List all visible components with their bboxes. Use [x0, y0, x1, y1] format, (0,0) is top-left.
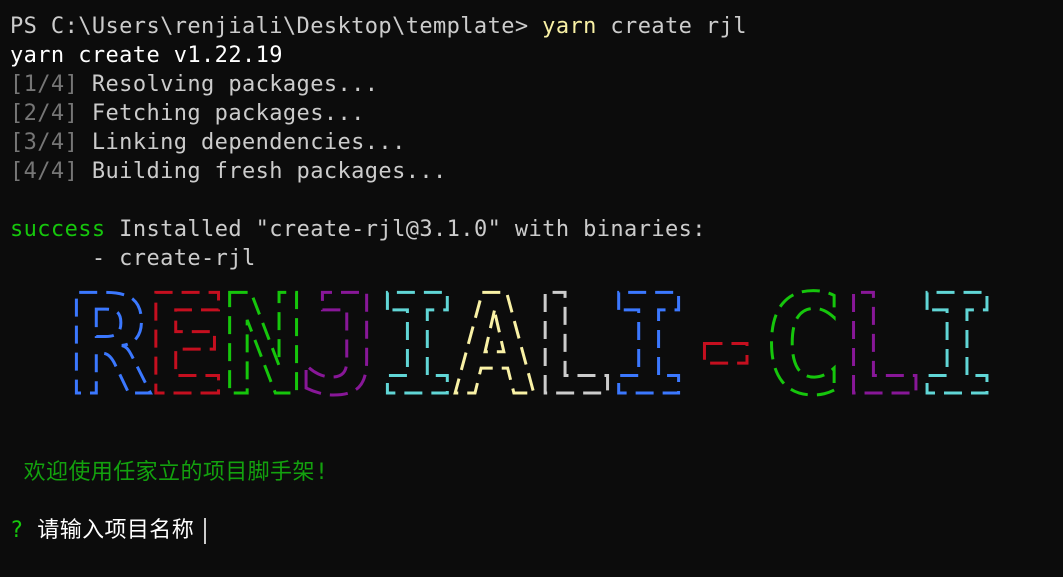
prompt-prefix: PS C:\Users\renjiali\Desktop\template>: [10, 14, 543, 39]
step-text: Linking dependencies...: [78, 130, 406, 155]
banner-letter: C: [761, 275, 838, 423]
welcome-message: 欢迎使用任家立的项目脚手架!: [10, 460, 329, 485]
banner-letter: A: [453, 275, 534, 423]
banner-letter: R: [67, 275, 151, 423]
success-text: Installed "create-rjl@3.1.0" with binari…: [105, 217, 706, 242]
prompt-line: PS C:\Users\renjiali\Desktop\template> y…: [10, 12, 1063, 41]
banner-letter: J: [299, 275, 376, 423]
question-mark-icon: ?: [10, 518, 24, 543]
success-line: success Installed "create-rjl@3.1.0" wit…: [10, 215, 1063, 244]
step-tag: [2/4]: [10, 101, 79, 126]
text-cursor[interactable]: [204, 517, 207, 544]
step-text: Building fresh packages...: [78, 159, 447, 184]
step-tag: [4/4]: [10, 159, 79, 184]
ascii-art-banner: RENJIALI-CLI: [66, 275, 1000, 423]
banner-letter: E: [145, 275, 222, 423]
banner-letter: -: [684, 275, 761, 423]
step-tag: [1/4]: [10, 72, 79, 97]
banner-letter: N: [222, 275, 299, 423]
step-line: [1/4] Resolving packages...: [10, 70, 1063, 99]
step-line: [3/4] Linking dependencies...: [10, 128, 1063, 157]
banner-letter: I: [915, 275, 992, 423]
command-args: create rjl: [596, 14, 747, 39]
banner-letter: I: [376, 275, 453, 423]
binary-line: - create-rjl: [10, 246, 256, 271]
step-text: Resolving packages...: [78, 72, 379, 97]
success-word: success: [10, 217, 106, 242]
question-text: 请输入项目名称: [23, 518, 195, 543]
step-line: [2/4] Fetching packages...: [10, 99, 1063, 128]
project-name-prompt[interactable]: ? 请输入项目名称: [10, 516, 1063, 545]
step-tag: [3/4]: [10, 130, 79, 155]
banner-letter: I: [607, 275, 684, 423]
step-line: [4/4] Building fresh packages...: [10, 157, 1063, 186]
yarn-version-line: yarn create v1.22.19: [10, 43, 283, 68]
terminal-window[interactable]: PS C:\Users\renjiali\Desktop\template> y…: [0, 0, 1063, 577]
banner-letter: L: [530, 275, 608, 423]
step-text: Fetching packages...: [78, 101, 365, 126]
banner-text: RENJIALI-CLI: [67, 275, 992, 423]
banner-letter: L: [838, 275, 916, 423]
command-name: yarn: [542, 14, 597, 39]
